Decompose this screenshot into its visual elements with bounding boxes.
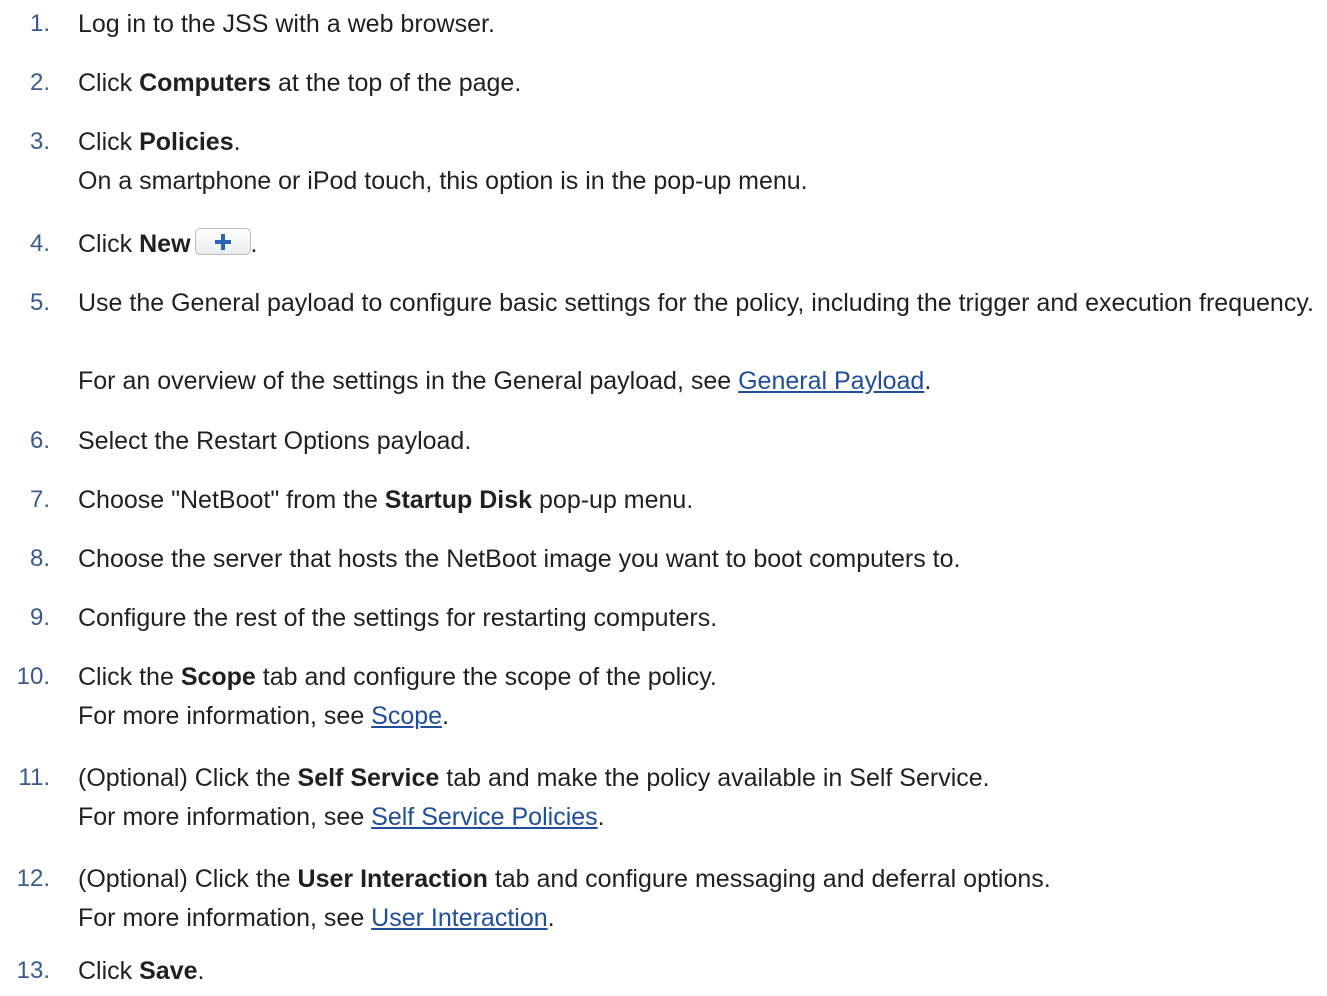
step-number: 11. — [18, 764, 50, 791]
step-number: 8. — [29, 545, 50, 572]
step-number: 1. — [29, 10, 50, 37]
ui-term: User Interaction — [297, 865, 488, 893]
step-number: 3. — [29, 128, 50, 155]
step-number: 2. — [29, 69, 50, 96]
step-text: Select the Restart Options payload. — [78, 427, 472, 455]
step-note: For more information, see User Interacti… — [78, 904, 555, 932]
ui-term: Policies — [139, 128, 234, 156]
step-text: Click the Scope tab and configure the sc… — [78, 663, 717, 691]
step-number: 10. — [16, 663, 50, 690]
step-text: Choose "NetBoot" from the Startup Disk p… — [78, 486, 694, 514]
step-number: 7. — [29, 486, 50, 513]
step-number: 12. — [16, 865, 50, 892]
step-number: 4. — [29, 230, 50, 257]
step-text: Log in to the JSS with a web browser. — [78, 10, 495, 38]
step-text: Use the General payload to configure bas… — [78, 289, 1314, 317]
ui-term: New — [139, 230, 191, 258]
link-general-payload[interactable]: General Payload — [738, 367, 924, 395]
step-note: On a smartphone or iPod touch, this opti… — [78, 167, 808, 195]
step-text: (Optional) Click the Self Service tab an… — [78, 764, 990, 792]
step-text: (Optional) Click the User Interaction ta… — [78, 865, 1051, 893]
plus-icon — [194, 228, 251, 255]
step-text: Click New. — [78, 228, 258, 258]
ui-term: Startup Disk — [384, 486, 533, 514]
step-note: For an overview of the settings in the G… — [78, 367, 932, 395]
step-text: Choose the server that hosts the NetBoot… — [78, 545, 961, 573]
ui-term: Self Service — [297, 764, 440, 792]
step-text: Click Computers at the top of the page. — [78, 69, 522, 97]
step-number: 13. — [16, 957, 50, 984]
ui-term: Save — [139, 957, 198, 985]
step-number: 5. — [29, 289, 50, 316]
step-text: Click Save. — [78, 957, 205, 985]
ui-term: Computers — [139, 69, 272, 97]
step-number: 9. — [29, 604, 50, 631]
step-text: Configure the rest of the settings for r… — [78, 604, 718, 632]
link-self-service-policies[interactable]: Self Service Policies — [371, 803, 597, 831]
step-number: 6. — [29, 427, 50, 454]
procedure-steps: 1. Log in to the JSS with a web browser.… — [0, 0, 1327, 996]
ui-term: Scope — [180, 663, 256, 691]
link-user-interaction[interactable]: User Interaction — [371, 904, 547, 932]
link-scope[interactable]: Scope — [371, 702, 442, 730]
step-note: For more information, see Scope. — [78, 702, 450, 730]
step-note: For more information, see Self Service P… — [78, 803, 605, 831]
step-text: Click Policies. — [78, 128, 241, 156]
